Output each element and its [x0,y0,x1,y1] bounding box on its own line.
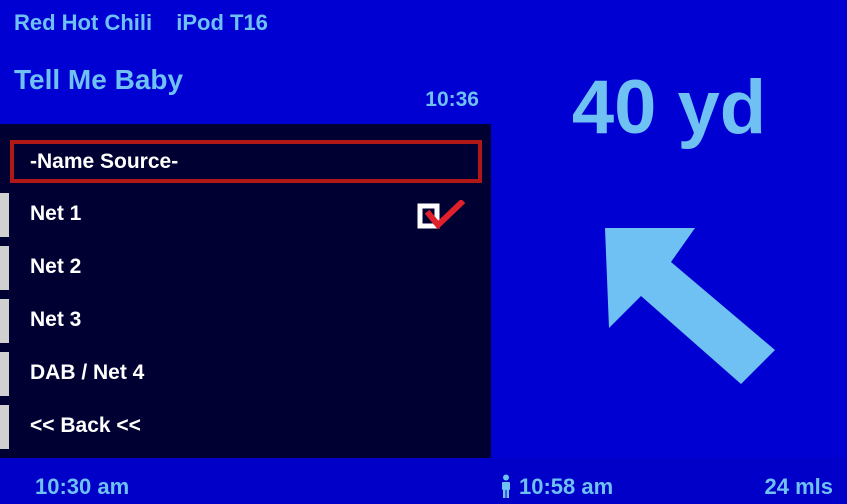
menu-title: -Name Source- [30,150,179,173]
menu-item-label: Net 2 [30,255,82,278]
artist-name: Red Hot Chili [14,10,153,35]
menu-item-net-2[interactable]: Net 2 [0,244,491,292]
scroll-tick [0,405,9,449]
source-menu: -Name Source- Net 1 Net 2 Net 3 DAB / Ne… [0,124,491,458]
clock: 10:30 am [35,474,130,499]
track-time: 10:36 [425,88,479,111]
navigation-panel: 40 yd [491,0,847,458]
arrival-time: 10:58 am [519,474,614,499]
scroll-tick [0,246,9,290]
track-title: Tell Me Baby [14,64,184,95]
checkbox-checked-icon[interactable] [417,200,465,232]
arrow-up-left-icon [605,228,775,384]
menu-item-back[interactable]: << Back << [0,403,491,451]
menu-item-net-3[interactable]: Net 3 [0,297,491,345]
menu-item-label: << Back << [30,414,141,437]
person-icon [502,474,510,498]
status-bar: 10:30 am 10:58 am 24 mls [0,466,847,504]
menu-item-net-1[interactable]: Net 1 [0,191,491,239]
next-turn-distance: 40 yd [571,65,767,150]
scroll-tick [0,299,9,343]
menu-item-label: DAB / Net 4 [30,361,145,384]
distance-remaining: 24 mls [764,474,834,499]
navigation-infotainment-screen: Red Hot Chili iPod T16 Tell Me Baby 10:3… [0,0,847,504]
media-source: iPod T16 [176,10,268,35]
menu-item-label: Net 1 [30,202,82,225]
scroll-tick [0,193,9,237]
scroll-tick [0,352,9,396]
source-line: Red Hot Chili iPod T16 [14,10,268,36]
menu-item-label: Net 3 [30,308,82,331]
now-playing-header: Red Hot Chili iPod T16 Tell Me Baby 10:3… [0,0,491,124]
menu-title-row[interactable]: -Name Source- [0,140,491,188]
menu-item-dab-net-4[interactable]: DAB / Net 4 [0,350,491,398]
